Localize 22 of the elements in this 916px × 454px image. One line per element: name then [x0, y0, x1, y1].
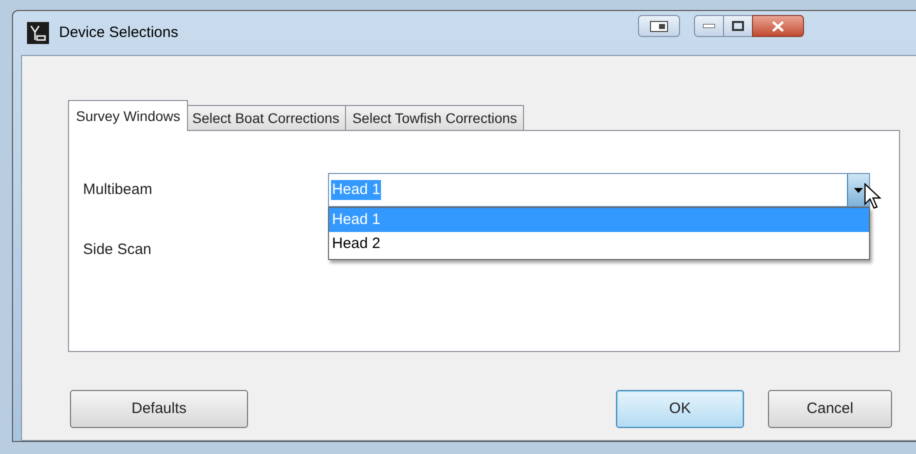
dialog-button[interactable]: Cancel — [768, 390, 892, 428]
maximize-icon — [732, 21, 744, 31]
minimize-button[interactable] — [694, 15, 724, 37]
window-menu-button[interactable] — [638, 15, 680, 37]
dialog-button[interactable]: OK — [616, 390, 744, 428]
field-label: Multibeam — [83, 180, 154, 200]
tab[interactable]: Select Towfish Corrections — [345, 105, 524, 131]
dropdown-option[interactable]: Head 2 — [329, 232, 869, 256]
window-icon — [650, 20, 668, 32]
maximize-button[interactable] — [724, 15, 752, 37]
close-icon — [772, 20, 784, 32]
tab[interactable]: Select Boat Corrections — [185, 105, 346, 131]
selected-value: Head 1 — [331, 180, 382, 200]
caret-icon — [854, 188, 863, 192]
cursor-icon — [864, 183, 882, 210]
dialog-button[interactable]: Defaults — [70, 390, 248, 428]
app-icon — [27, 22, 49, 44]
tab[interactable]: Survey Windows — [68, 100, 188, 131]
close-button[interactable] — [752, 15, 804, 37]
minimize-icon — [703, 24, 715, 28]
field-label: Side Scan — [83, 240, 152, 260]
window-title: Device Selections — [59, 22, 178, 43]
